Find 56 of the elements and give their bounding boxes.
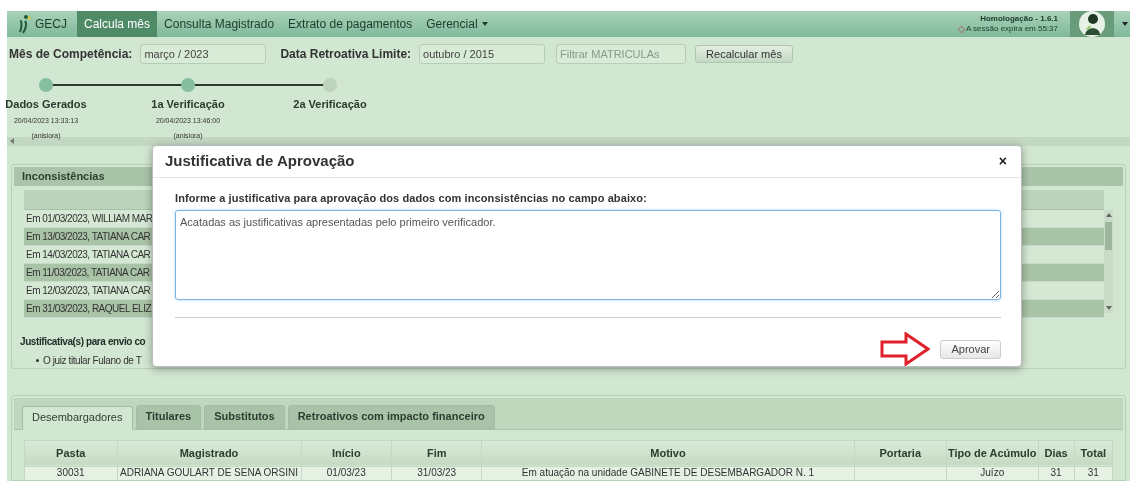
column-header[interactable]: Tipo de Acúmulo [946,440,1038,466]
justification-item: O juiz titular Fulano de T [43,353,142,368]
field-label: Informe a justificativa para aprovação dos dados com inconsistências no campo abaixo: [175,190,648,206]
justification-textarea[interactable]: Acatadas as justificativas apresentadas pelo primeiro verificador. [175,210,1001,300]
table-cell: 30031 [24,466,117,480]
column-header[interactable]: Motivo [481,440,854,466]
field-label: Mês de Competência: [9,46,133,63]
logo-icon [17,14,31,34]
scroll-thumb[interactable] [1105,221,1112,250]
table-cell: Em atuação na unidade GABINETE DE DESEMBARGADOR N. 1 [481,466,854,480]
spinner-icon [957,25,965,33]
retroactive-date-field[interactable]: outubro / 2015 [419,44,546,64]
vertical-scrollbar[interactable] [1104,209,1113,313]
tab[interactable]: Substitutos [204,404,285,429]
environment-version: Homologação - 1.6.1 [980,14,1058,24]
column-header[interactable]: Magistrado [117,440,301,466]
step-title: 1a Verificação [151,97,225,112]
column-header[interactable]: Fim [391,440,482,466]
table-cell: 31 [1074,466,1113,480]
step-title: 2a Verificação [293,97,367,112]
recalculate-button[interactable]: Recalcular mês [695,45,793,63]
caret-icon[interactable] [1122,22,1128,26]
month-field[interactable]: março / 2023 [140,44,267,64]
tab[interactable]: Retroativos com impacto financeiro [287,404,495,429]
column-header[interactable]: Início [301,440,392,466]
arrow-icon [880,332,931,366]
bullet-icon [36,358,39,362]
tab[interactable]: Titulares [135,404,202,429]
filter-field[interactable]: Filtrar MATRICULAs [556,44,687,64]
scroll-left-arrow-icon[interactable] [10,138,14,145]
column-header[interactable]: Dias [1038,440,1075,466]
approve-button[interactable]: Aprovar [940,339,1001,359]
justification-heading: Justificativa(s) para envio co [20,334,146,349]
table-cell: Juízo [946,466,1038,480]
user-menu[interactable] [1070,11,1114,37]
avatar-icon[interactable] [1079,11,1105,37]
nav-link[interactable]: Extrato de pagamentos [281,11,420,37]
step-title: Dados Gerados [5,97,87,112]
column-header[interactable]: Total [1074,440,1113,466]
tab[interactable]: Desembargadores [22,405,133,430]
table-cell: 31 [1038,466,1075,480]
close-button[interactable]: × [998,154,1007,169]
brand-name[interactable]: GECJ [35,15,67,33]
table-cell: 31/03/23 [391,466,482,480]
column-header[interactable]: Portaria [854,440,947,466]
column-header[interactable]: Pasta [24,440,117,466]
caret-icon [481,22,488,26]
table-cell: 01/03/23 [301,466,392,480]
scroll-down-arrow-icon[interactable] [1105,305,1112,310]
nav-link[interactable]: Gerencial [419,11,495,37]
nav-link[interactable]: Calcula mês [77,11,158,37]
session-timer: A sessão expira em 55:37 [965,24,1058,34]
table-cell: ADRIANA GOULART DE SENA ORSINI [117,466,301,480]
scroll-up-arrow-icon[interactable] [1105,212,1112,217]
field-label: Data Retroativa Limite: [280,46,412,63]
nav-link[interactable]: Consulta Magistrado [157,11,282,37]
